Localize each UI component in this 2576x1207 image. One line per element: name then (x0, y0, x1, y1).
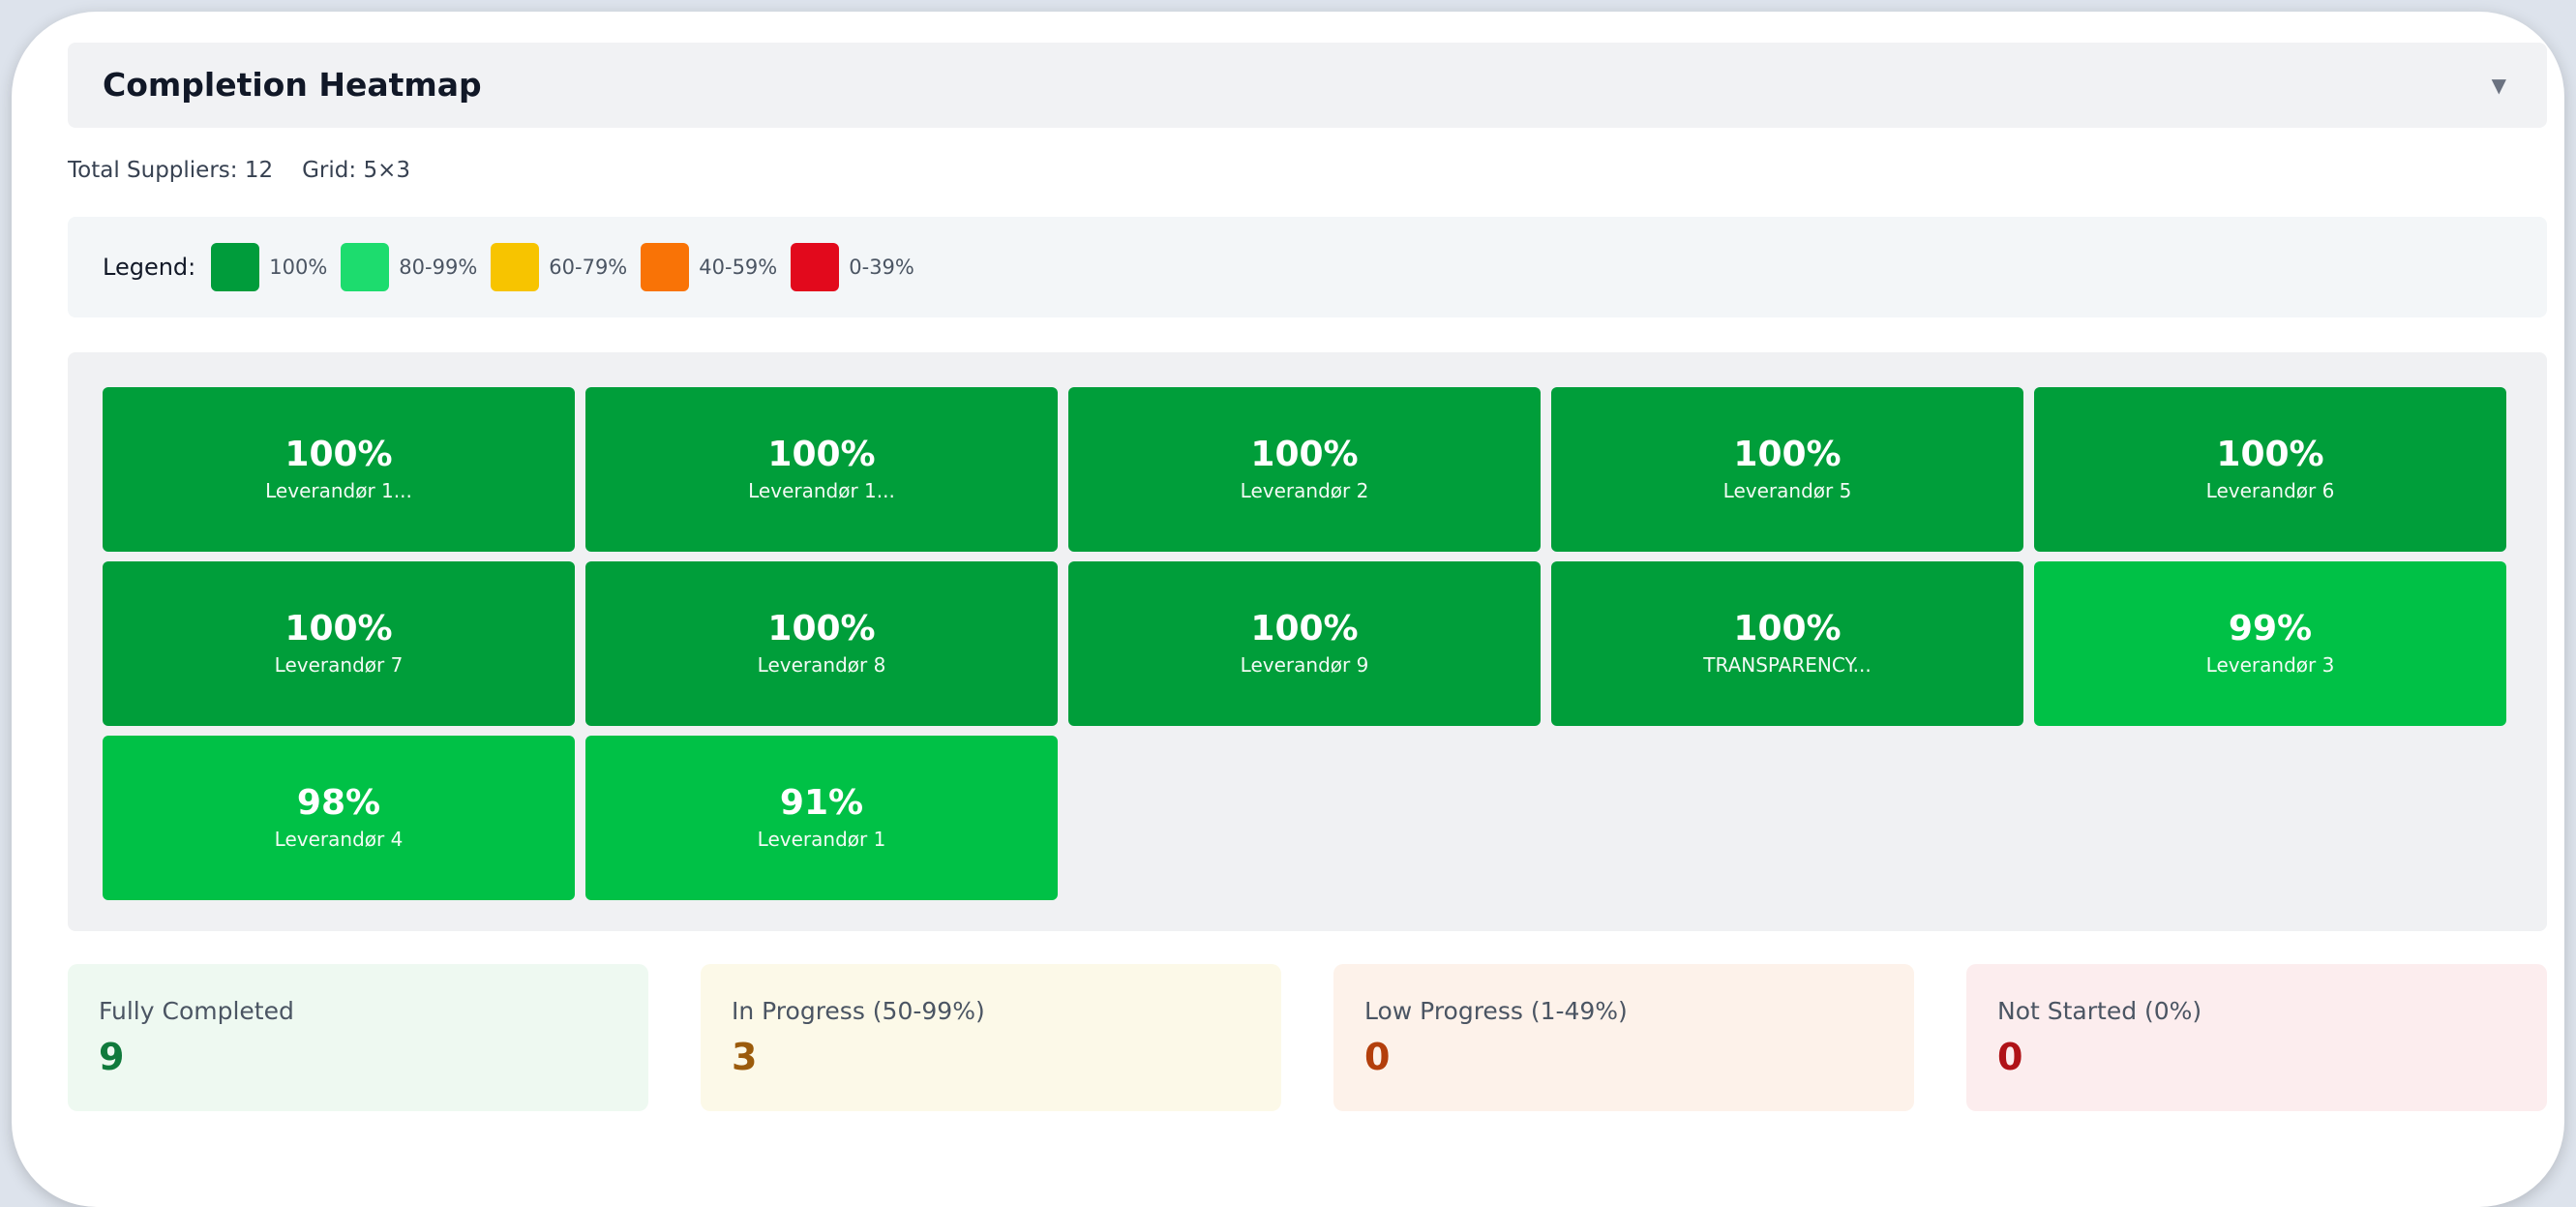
tile-percent: 100% (1733, 435, 1842, 474)
heatmap-tile[interactable]: 100% Leverandør 2 (1068, 387, 1541, 552)
tile-percent: 98% (296, 783, 381, 823)
tile-supplier-name: TRANSPARENCY... (1703, 653, 1872, 677)
heatmap-tile[interactable]: 100% Leverandør 1... (585, 387, 1058, 552)
legend-swatch (341, 243, 390, 291)
heatmap-tile[interactable]: 91% Leverandør 1 (585, 736, 1058, 900)
tile-percent: 100% (2216, 435, 2324, 474)
tile-percent: 100% (767, 435, 876, 474)
tile-supplier-name: Leverandør 1 (757, 828, 886, 851)
stat-low-progress: Low Progress (1-49%) 0 (1333, 964, 1914, 1111)
heatmap-tile[interactable]: 100% Leverandør 5 (1551, 387, 2023, 552)
stat-label: Low Progress (1-49%) (1364, 997, 1628, 1025)
stat-value: 9 (99, 1036, 125, 1078)
stat-value: 0 (1997, 1036, 2023, 1078)
tile-supplier-name: Leverandør 2 (1240, 479, 1369, 502)
tile-percent: 100% (285, 435, 393, 474)
stat-fully-completed: Fully Completed 9 (68, 964, 648, 1111)
tile-supplier-name: Leverandør 9 (1240, 653, 1369, 677)
panel-title: Completion Heatmap (103, 66, 482, 104)
heatmap-tile[interactable]: 100% TRANSPARENCY... (1551, 561, 2023, 726)
heatmap-tile[interactable]: 100% Leverandør 7 (103, 561, 575, 726)
legend-item: 80-99% (341, 243, 477, 291)
stat-not-started: Not Started (0%) 0 (1966, 964, 2547, 1111)
legend-title: Legend: (103, 254, 196, 281)
tile-supplier-name: Leverandør 4 (274, 828, 404, 851)
heatmap-grid: 100% Leverandør 1... 100% Leverandør 1... 10… (103, 387, 2506, 900)
legend-swatch (641, 243, 690, 291)
legend-swatch (211, 243, 260, 291)
tile-supplier-name: Leverandør 6 (2205, 479, 2335, 502)
stat-label: In Progress (50-99%) (732, 997, 985, 1025)
heatmap-tile[interactable]: 100% Leverandør 9 (1068, 561, 1541, 726)
legend-label: 40-59% (699, 256, 778, 279)
tile-percent: 100% (1733, 609, 1842, 649)
tile-percent: 100% (1250, 435, 1359, 474)
stat-value: 3 (732, 1036, 758, 1078)
tile-percent: 100% (767, 609, 876, 649)
tile-supplier-name: Leverandør 5 (1722, 479, 1852, 502)
heatmap-panel: 100% Leverandør 1... 100% Leverandør 1... 10… (68, 352, 2547, 931)
legend-item: 40-59% (641, 243, 777, 291)
stat-value: 0 (1364, 1036, 1391, 1078)
heatmap-tile[interactable]: 99% Leverandør 3 (2034, 561, 2506, 726)
tile-percent: 100% (285, 609, 393, 649)
legend-item: 60-79% (491, 243, 627, 291)
heatmap-tile[interactable]: 100% Leverandør 8 (585, 561, 1058, 726)
legend-label: 100% (269, 256, 328, 279)
tile-supplier-name: Leverandør 8 (757, 653, 886, 677)
legend-label: 0-39% (849, 256, 914, 279)
legend-label: 60-79% (549, 256, 628, 279)
summary-line: Total Suppliers: 12 Grid: 5×3 (68, 153, 410, 188)
total-suppliers: Total Suppliers: 12 (68, 158, 274, 183)
tile-percent: 91% (779, 783, 864, 823)
tile-percent: 99% (2228, 609, 2313, 649)
legend-swatch (491, 243, 540, 291)
heatmap-tile[interactable]: 98% Leverandør 4 (103, 736, 575, 900)
legend: Legend: 100% 80-99% 60-79% 40-59% 0-39% (68, 217, 2547, 317)
stat-label: Not Started (0%) (1997, 997, 2202, 1025)
tile-supplier-name: Leverandør 1... (748, 479, 895, 502)
heatmap-tile[interactable]: 100% Leverandør 1... (103, 387, 575, 552)
legend-label: 80-99% (399, 256, 478, 279)
stat-label: Fully Completed (99, 997, 294, 1025)
tile-supplier-name: Leverandør 3 (2205, 653, 2335, 677)
legend-item: 100% (211, 243, 327, 291)
tile-supplier-name: Leverandør 7 (274, 653, 404, 677)
tile-supplier-name: Leverandør 1... (265, 479, 412, 502)
heatmap-tile[interactable]: 100% Leverandør 6 (2034, 387, 2506, 552)
legend-item: 0-39% (791, 243, 914, 291)
caret-down-icon[interactable]: ▼ (2492, 43, 2506, 128)
tile-percent: 100% (1250, 609, 1359, 649)
panel-header[interactable]: Completion Heatmap ▼ (68, 43, 2547, 128)
grid-size: Grid: 5×3 (302, 158, 410, 183)
legend-swatch (791, 243, 840, 291)
stat-in-progress: In Progress (50-99%) 3 (701, 964, 1281, 1111)
